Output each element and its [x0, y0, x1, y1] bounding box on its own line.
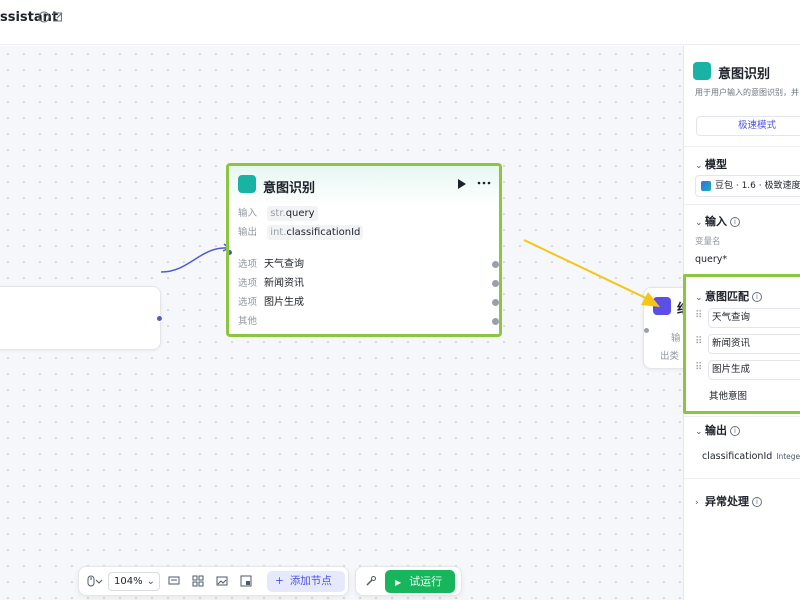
- option-port[interactable]: [492, 261, 499, 268]
- option-value: 新闻资讯: [264, 278, 304, 289]
- debug-icon[interactable]: [365, 575, 377, 587]
- add-node-button[interactable]: + 添加节点: [267, 571, 345, 592]
- node-title: 意图识别: [263, 181, 316, 196]
- intent-recognition-node[interactable]: 意图识别 输入 str.query 输出 int.classificationI…: [226, 163, 502, 337]
- option-row: 选项 图片生成: [238, 295, 304, 311]
- add-node-label: 添加节点: [289, 575, 332, 587]
- input-var: query: [285, 208, 315, 219]
- chevron-down-icon: ⌄: [695, 218, 703, 228]
- input-section-label: 输入: [705, 215, 727, 228]
- chevron-down-icon: ⌄: [695, 427, 703, 437]
- play-icon: ▶: [395, 578, 402, 587]
- option-row: 选项 天气查询: [238, 257, 304, 273]
- node-input-row: 输入 str.query: [238, 206, 318, 222]
- layout-icon[interactable]: [192, 575, 204, 587]
- edit-icon[interactable]: [52, 11, 64, 23]
- input-type: str.: [270, 208, 286, 219]
- chevron-down-icon: ⌄: [146, 576, 155, 587]
- option-row: 选项 新闻资讯: [238, 276, 304, 292]
- run-toolbar: ▶ 试运行: [355, 566, 462, 596]
- minimap-icon[interactable]: [240, 575, 252, 587]
- output-label: 输出: [238, 227, 258, 238]
- edge-start-to-intent: [160, 247, 230, 273]
- info-icon[interactable]: i: [730, 217, 740, 227]
- chevron-down-icon: ⌄: [695, 161, 703, 171]
- model-section-header[interactable]: ⌄ 模型: [695, 156, 727, 172]
- start-node[interactable]: [0, 286, 163, 350]
- output-var: classificationId: [286, 227, 361, 238]
- play-icon[interactable]: [457, 179, 467, 189]
- var-name-label: 变量名: [695, 237, 721, 247]
- node-header: 意图识别: [229, 166, 499, 206]
- info-icon[interactable]: [38, 11, 50, 23]
- image-icon[interactable]: [216, 575, 228, 587]
- model-icon: [701, 181, 711, 191]
- top-bar: ssistant: [0, 0, 800, 45]
- output-var-name: classificationId: [702, 451, 773, 462]
- option-port[interactable]: [492, 280, 499, 287]
- start-output-port[interactable]: [156, 315, 163, 322]
- end-node-icon: [653, 297, 671, 315]
- error-section-label: 异常处理: [705, 495, 749, 508]
- output-section-header[interactable]: ⌄ 输出 i: [695, 422, 740, 438]
- option-value: 图片生成: [264, 297, 304, 308]
- intent-input-port[interactable]: [229, 249, 233, 256]
- input-label: 输入: [238, 208, 258, 219]
- output-type: int.: [270, 227, 287, 238]
- option-port[interactable]: [492, 299, 499, 306]
- intent-icon: [693, 62, 711, 80]
- test-run-button[interactable]: ▶ 试运行: [385, 570, 455, 593]
- intent-icon: [238, 175, 256, 193]
- option-value: 天气查询: [264, 259, 304, 270]
- node-output-row: 输出 int.classificationId: [238, 225, 364, 241]
- option-row-other: 其他: [238, 314, 264, 330]
- option-label: 选项: [238, 259, 258, 270]
- output-type-badge: Integer: [776, 452, 800, 461]
- model-section-label: 模型: [705, 158, 727, 171]
- test-run-label: 试运行: [409, 575, 443, 588]
- divider: [684, 478, 800, 479]
- model-select[interactable]: 豆包 · 1.6 · 极致速度 ·: [695, 175, 800, 197]
- panel-description: 用于用户输入的意图识别，并: [695, 88, 799, 97]
- input-section-header[interactable]: ⌄ 输入 i: [695, 213, 740, 229]
- divider: [684, 416, 800, 417]
- output-var-row: classificationIdInteger: [702, 451, 800, 462]
- end-node-row: 出类: [660, 351, 680, 362]
- mode-tab[interactable]: 极速模式: [696, 116, 800, 136]
- panel-title: 意图识别: [718, 67, 771, 82]
- input-tag: str.query: [267, 206, 318, 221]
- more-icon[interactable]: [477, 178, 491, 188]
- divider: [684, 146, 800, 147]
- comment-icon[interactable]: [168, 575, 180, 587]
- model-value: 豆包 · 1.6 · 极致速度 ·: [715, 181, 800, 191]
- other-label: 其他: [238, 316, 258, 327]
- chevron-right-icon: ›: [695, 498, 699, 508]
- option-label: 选项: [238, 278, 258, 289]
- zoom-value: 104%: [114, 576, 143, 587]
- end-node-row: 输: [671, 333, 681, 344]
- output-section-label: 输出: [705, 424, 727, 437]
- var-name-value: query*: [695, 254, 728, 265]
- plus-icon: +: [275, 575, 284, 587]
- divider: [684, 204, 800, 205]
- zoom-select[interactable]: 104% ⌄: [108, 572, 160, 591]
- option-label: 选项: [238, 297, 258, 308]
- option-port[interactable]: [492, 318, 499, 325]
- end-input-port[interactable]: [644, 327, 650, 334]
- canvas-toolbar: 104% ⌄ + 添加节点: [78, 566, 349, 596]
- chevron-down-icon[interactable]: [95, 575, 103, 587]
- info-icon[interactable]: i: [730, 426, 740, 436]
- info-icon[interactable]: i: [752, 497, 762, 507]
- output-tag: int.classificationId: [267, 225, 364, 240]
- error-section-header[interactable]: › 异常处理 i: [695, 493, 762, 509]
- intent-match-highlight: [683, 274, 800, 414]
